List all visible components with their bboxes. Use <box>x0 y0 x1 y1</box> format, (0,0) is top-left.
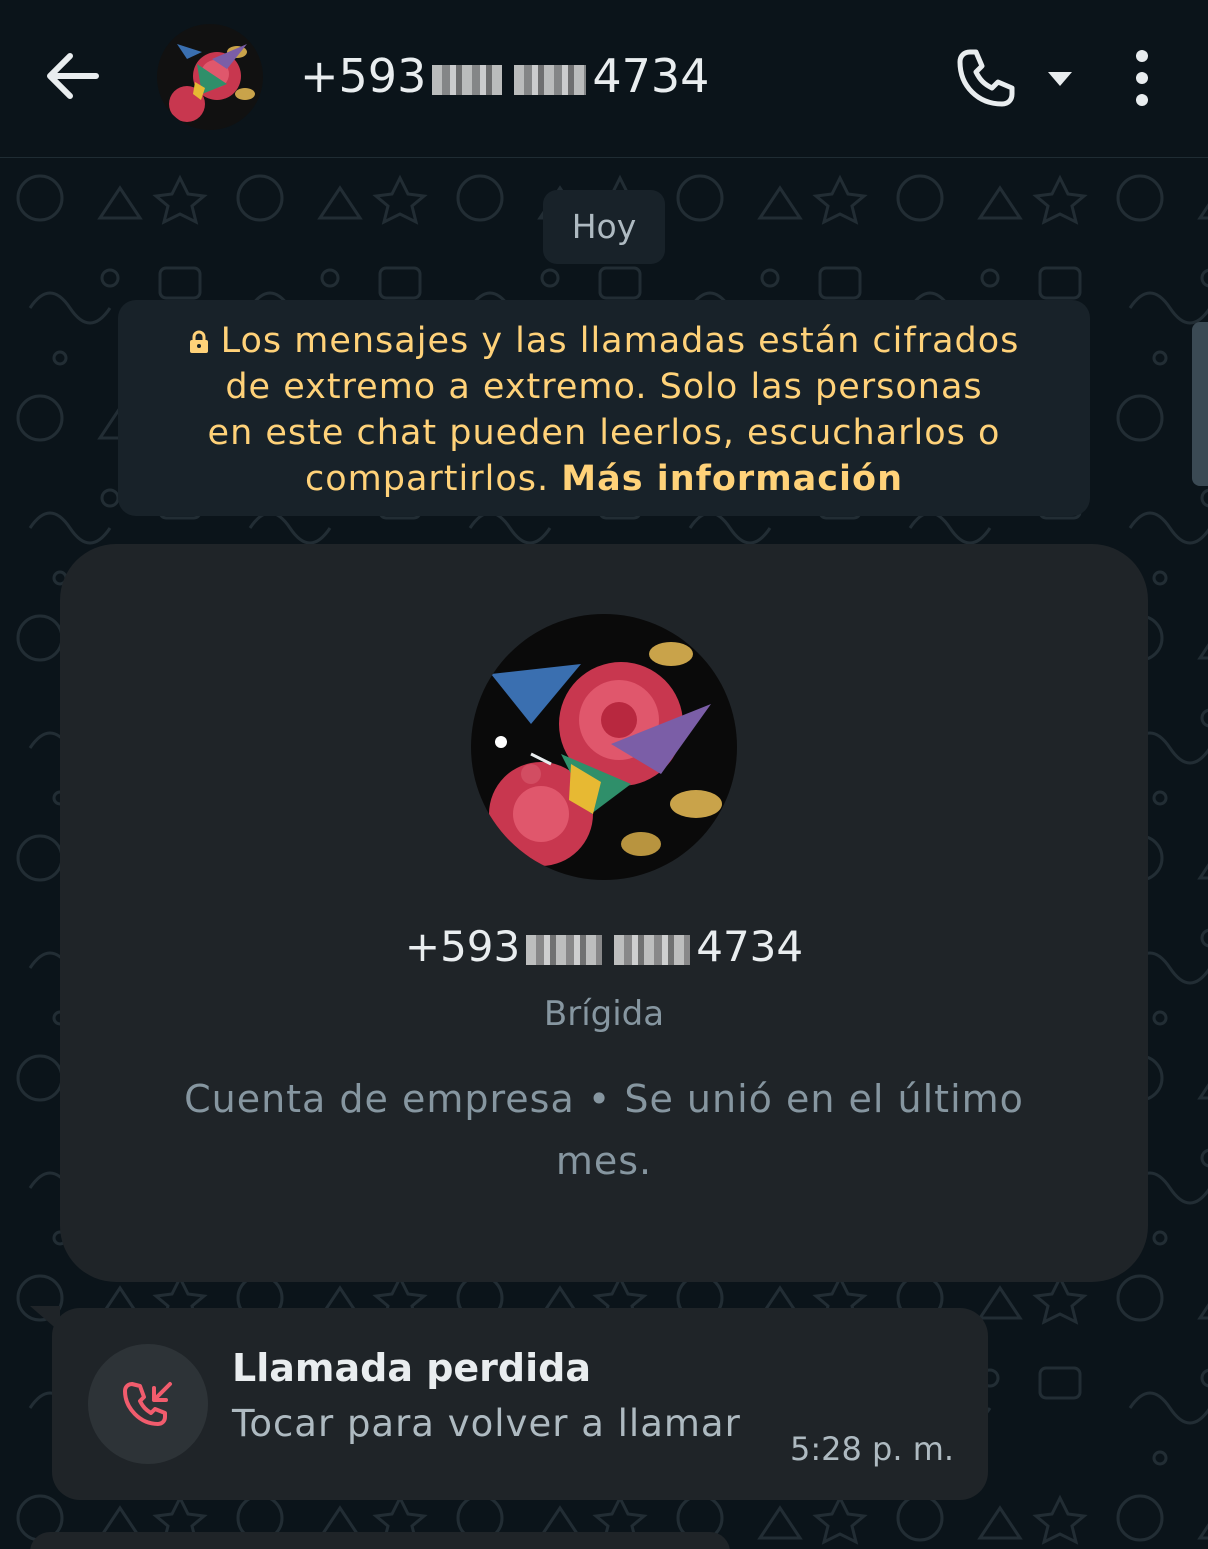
date-divider: Hoy <box>543 190 665 264</box>
missed-call-subtitle: Tocar para volver a llamar <box>232 1402 741 1445</box>
encryption-line: Los mensajes y las llamadas están cifrad… <box>148 318 1060 364</box>
profile-meta: Cuenta de empresa • Se unió en el último… <box>184 1077 1024 1183</box>
message-timestamp: 5:28 p. m. <box>790 1430 955 1468</box>
chat-header: +593 4734 <box>0 0 1208 158</box>
profile-phone-number: +593 4734 <box>60 922 1148 971</box>
missed-call-title: Llamada perdida <box>232 1346 591 1390</box>
contact-info-card: +593 4734 Brígida Cuenta de empresa • Se … <box>60 544 1148 1282</box>
redacted-digits <box>614 934 691 965</box>
phone-prefix: +593 <box>300 49 427 103</box>
more-info-link[interactable]: Más información <box>561 459 903 499</box>
redacted-digits <box>514 64 587 95</box>
scrollbar[interactable] <box>1192 322 1208 486</box>
encryption-line: de extremo a extremo. Solo las personas <box>225 367 983 407</box>
encryption-line: en este chat pueden leerlos, escucharlos… <box>207 413 1001 453</box>
encryption-line: compartirlos. Más información <box>305 459 903 499</box>
contact-avatar[interactable] <box>157 24 263 130</box>
contact-phone-title[interactable]: +593 4734 <box>300 48 709 104</box>
phone-prefix: +593 <box>404 922 521 971</box>
caret-down-icon <box>1048 72 1072 86</box>
partial-message-bubble[interactable] <box>30 1532 730 1549</box>
missed-call-icon <box>123 1382 172 1426</box>
missed-call-icon-wrap <box>88 1344 208 1464</box>
redacted-digits <box>432 64 503 95</box>
chat-area[interactable]: Hoy Los mensajes y las llamadas están ci… <box>0 158 1208 1549</box>
arrow-left-icon <box>47 53 99 99</box>
phone-suffix: 4734 <box>592 49 710 103</box>
missed-call-message[interactable]: Llamada perdida Tocar para volver a llam… <box>52 1308 988 1500</box>
encryption-notice[interactable]: Los mensajes y las llamadas están cifrad… <box>118 300 1090 516</box>
voice-call-button[interactable] <box>952 44 1020 112</box>
hummingbird-rose-image <box>471 614 737 880</box>
hummingbird-rose-image <box>157 24 263 130</box>
profile-name: Brígida <box>543 994 665 1034</box>
redacted-digits <box>526 934 603 965</box>
phone-suffix: 4734 <box>696 922 804 971</box>
back-button[interactable] <box>40 44 104 108</box>
more-vert-icon <box>1136 50 1148 106</box>
call-options-button[interactable] <box>1042 60 1078 96</box>
more-options-button[interactable] <box>1122 46 1162 110</box>
phone-icon <box>957 49 1015 107</box>
profile-photo[interactable] <box>471 614 737 880</box>
lock-icon <box>189 330 208 353</box>
